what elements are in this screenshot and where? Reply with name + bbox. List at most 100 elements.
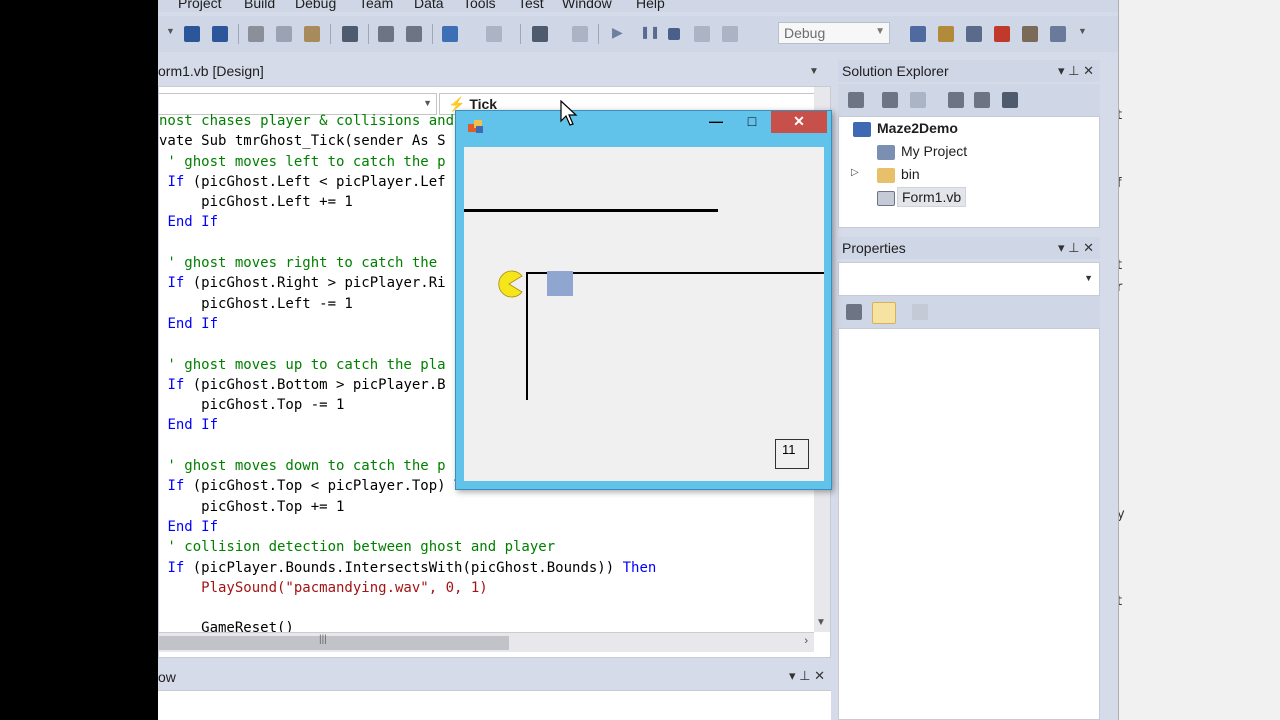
solution-explorer-title: Solution Explorer	[842, 63, 949, 79]
toolbar-separator	[520, 24, 521, 44]
save-icon[interactable]	[184, 26, 200, 42]
menu-item-data[interactable]: Data	[414, 0, 444, 11]
configuration-value: Debug	[784, 25, 826, 41]
menu-item-team[interactable]: Team	[359, 0, 393, 11]
menu-item-tools[interactable]: Tools	[463, 0, 496, 11]
undo-icon[interactable]	[442, 26, 458, 42]
maximize-button[interactable]: □	[735, 111, 769, 133]
mouse-cursor-icon	[560, 100, 578, 126]
code-line[interactable]: PlaySound("pacmandying.wav", 0, 1)	[159, 578, 814, 598]
code-line[interactable]	[159, 598, 814, 618]
class-view-icon[interactable]	[938, 26, 954, 42]
step-into-icon[interactable]	[694, 26, 710, 42]
find-icon[interactable]	[342, 26, 358, 42]
background-text: t	[1119, 108, 1122, 123]
toolbar-options-icon[interactable]: ▼	[1078, 26, 1087, 42]
code-line[interactable]: picGhost.Top += 1	[159, 497, 814, 517]
step-over-icon[interactable]	[722, 26, 738, 42]
properties-header: Properties ▾ ⊥ ✕	[838, 237, 1100, 259]
scroll-right-icon[interactable]: ›	[804, 635, 808, 647]
properties-grid	[838, 328, 1100, 720]
form-file-icon	[877, 191, 895, 206]
toolbar-separator	[330, 24, 331, 44]
comment-icon[interactable]	[378, 26, 394, 42]
minimize-button[interactable]: —	[699, 111, 733, 133]
solution-explorer-tree: Maze2Demo My Project ▷ bin Form1.vb	[838, 116, 1100, 228]
paste-icon[interactable]	[304, 26, 320, 42]
background-text: t	[1119, 594, 1122, 609]
pacman-player	[498, 270, 523, 298]
class-diagram-icon[interactable]	[1002, 92, 1018, 108]
save-all-icon[interactable]	[212, 26, 228, 42]
tree-item-my-project[interactable]: My Project	[901, 143, 967, 159]
expand-arrow-icon[interactable]: ▷	[851, 167, 859, 178]
cut-icon[interactable]	[248, 26, 264, 42]
copy-icon[interactable]	[276, 26, 292, 42]
form-icon	[468, 120, 484, 134]
property-pages-icon[interactable]	[912, 304, 928, 320]
solution-configuration-combo[interactable]: Debug ▼	[778, 22, 890, 44]
navigate-forward-icon[interactable]	[572, 26, 588, 42]
menu-item-project[interactable]: Project	[178, 0, 222, 11]
panel-buttons[interactable]: ▾ ⊥ ✕	[789, 668, 825, 684]
menu-item-window[interactable]: Window	[562, 0, 612, 11]
dropdown-arrow-icon[interactable]: ▼	[166, 26, 175, 42]
pane-buttons[interactable]: ▾ ⊥ ✕	[1058, 240, 1094, 256]
output-panel-body[interactable]	[158, 690, 831, 720]
home-icon[interactable]	[848, 92, 864, 108]
start-icon[interactable]: ▶	[612, 24, 628, 40]
pane-buttons[interactable]: ▾ ⊥ ✕	[1058, 63, 1094, 79]
scrollbar-thumb[interactable]: |||	[159, 634, 509, 650]
categorized-icon[interactable]	[846, 304, 862, 320]
find-in-files-icon[interactable]	[910, 26, 926, 42]
menu-item-help[interactable]: Help	[636, 0, 665, 11]
view-code-icon[interactable]	[948, 92, 964, 108]
stop-icon[interactable]	[668, 28, 680, 40]
toolbox-icon[interactable]	[966, 26, 982, 42]
show-all-files-icon[interactable]	[882, 92, 898, 108]
toolbar-separator	[368, 24, 369, 44]
tree-item-form1[interactable]: Form1.vb	[897, 187, 967, 207]
menu-bar: Project Build Debug Team Data Tools Test…	[158, 0, 1118, 12]
score-label: 11	[775, 439, 809, 469]
pause-icon[interactable]: ❚❚	[640, 25, 660, 41]
extensions-icon[interactable]	[1050, 26, 1066, 42]
tools-icon[interactable]	[1022, 26, 1038, 42]
background-text: r	[1119, 280, 1122, 295]
close-button[interactable]: ✕	[771, 111, 827, 133]
refresh-icon[interactable]	[910, 92, 926, 108]
folder-icon	[877, 168, 895, 183]
background-window: t f t r y t	[1118, 0, 1280, 720]
output-panel-title: ow	[158, 669, 176, 685]
ghost-picture	[547, 271, 573, 296]
navigate-icon[interactable]	[532, 26, 548, 42]
game-form-window[interactable]: — □ ✕ 11	[455, 110, 832, 490]
tree-item-project[interactable]: Maze2Demo	[877, 120, 958, 136]
code-line[interactable]: End If	[159, 517, 814, 537]
uncomment-icon[interactable]	[406, 26, 422, 42]
tab-form1-design[interactable]: orm1.vb [Design]	[158, 60, 358, 84]
properties-icon[interactable]	[994, 26, 1010, 42]
game-area[interactable]: 11	[464, 147, 824, 481]
standard-toolbar: ▼ ▶ ❚❚ ▼	[158, 16, 1118, 52]
view-designer-icon[interactable]	[974, 92, 990, 108]
solution-explorer-header: Solution Explorer ▾ ⊥ ✕	[838, 60, 1100, 82]
scroll-down-icon[interactable]: ▼	[816, 617, 826, 628]
maze-wall	[526, 272, 528, 400]
properties-object-combo[interactable]: ▼	[838, 262, 1100, 296]
vb-project-icon	[853, 122, 871, 137]
my-project-icon	[877, 145, 895, 160]
output-panel-header: ow ▾ ⊥ ✕	[158, 664, 831, 690]
tree-item-bin[interactable]: bin	[901, 166, 920, 182]
alphabetical-icon[interactable]	[872, 302, 896, 324]
menu-item-debug[interactable]: Debug	[295, 0, 336, 11]
menu-item-build[interactable]: Build	[244, 0, 275, 11]
code-line[interactable]: If (picPlayer.Bounds.IntersectsWith(picG…	[159, 558, 814, 578]
background-text: f	[1119, 176, 1122, 191]
code-line[interactable]: ' collision detection between ghost and …	[159, 537, 814, 557]
maze-wall	[464, 209, 718, 212]
tab-list-dropdown-icon[interactable]: ▼	[809, 66, 819, 77]
menu-item-test[interactable]: Test	[518, 0, 544, 11]
redo-icon[interactable]	[486, 26, 502, 42]
horizontal-scrollbar[interactable]: ||| ›	[159, 632, 814, 652]
